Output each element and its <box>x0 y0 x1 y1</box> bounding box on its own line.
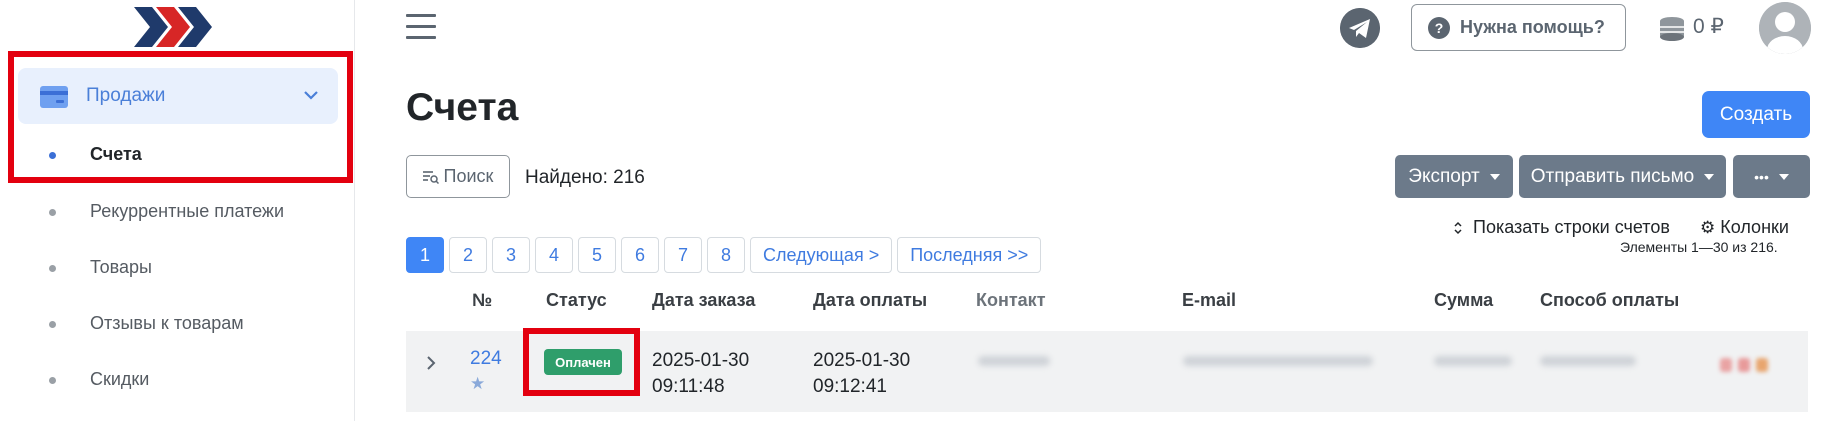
bullet-icon <box>49 265 56 272</box>
column-header-order-date[interactable]: Дата заказа <box>652 290 755 311</box>
sidebar-item-discounts[interactable]: Скидки <box>0 360 355 400</box>
show-invoice-rows-toggle[interactable]: Показать строки счетов <box>1453 217 1670 238</box>
more-actions-dropdown[interactable]: ••• <box>1733 155 1810 198</box>
bullet-icon <box>49 377 56 384</box>
column-header-sum[interactable]: Сумма <box>1434 290 1493 311</box>
columns-button[interactable]: ⚙ Колонки <box>1700 217 1789 238</box>
sidebar-item-invoices[interactable]: Счета <box>0 135 355 175</box>
telegram-icon[interactable] <box>1340 8 1380 48</box>
next-page-button[interactable]: Следующая > <box>750 237 893 273</box>
sidebar-item-products[interactable]: Товары <box>0 248 355 288</box>
payment-method-redacted <box>1540 356 1636 366</box>
balance-amount[interactable]: 0 ₽ <box>1693 14 1724 39</box>
bullet-icon <box>49 152 56 159</box>
page-4-button[interactable]: 4 <box>535 237 573 273</box>
elements-range: Элементы 1—30 из 216. <box>1620 239 1778 255</box>
menu-toggle-button[interactable] <box>406 14 436 40</box>
sidebar-item-label: Отзывы к товарам <box>90 313 244 333</box>
export-label: Экспорт <box>1408 165 1480 187</box>
send-email-dropdown[interactable]: Отправить письмо <box>1519 155 1726 198</box>
sidebar-item-label: Скидки <box>90 369 150 389</box>
page-8-button[interactable]: 8 <box>707 237 745 273</box>
sidebar-group-sales[interactable]: Продажи <box>18 68 338 124</box>
sidebar-item-label: Счета <box>90 144 142 164</box>
caret-down-icon <box>1704 173 1715 180</box>
column-header-payment-method[interactable]: Способ оплаты <box>1540 290 1679 311</box>
help-button[interactable]: ? Нужна помощь? <box>1411 4 1626 51</box>
payment-date: 2025-01-30 <box>813 350 911 371</box>
help-label: Нужна помощь? <box>1460 17 1605 37</box>
found-count: Найдено: 216 <box>525 167 645 188</box>
export-dropdown[interactable]: Экспорт <box>1395 155 1513 198</box>
sum-redacted <box>1434 356 1512 366</box>
credit-card-icon <box>40 86 68 108</box>
send-email-label: Отправить письмо <box>1530 165 1695 187</box>
columns-label: Колонки <box>1720 217 1789 237</box>
column-header-email[interactable]: E-mail <box>1182 290 1236 311</box>
search-button[interactable]: Поиск <box>406 155 510 198</box>
more-label: ••• <box>1754 168 1769 185</box>
payment-time: 09:12:41 <box>813 376 887 397</box>
page-title: Счета <box>406 86 519 129</box>
action-icon[interactable] <box>1756 358 1768 372</box>
gear-icon: ⚙ <box>1700 217 1716 237</box>
column-header-status[interactable]: Статус <box>546 290 607 311</box>
caret-down-icon <box>1489 173 1500 180</box>
bullet-icon <box>49 209 56 216</box>
search-filter-icon <box>422 170 439 184</box>
contact-redacted <box>978 356 1050 366</box>
column-header-payment-date[interactable]: Дата оплаты <box>813 290 927 311</box>
chevron-down-icon[interactable] <box>302 86 320 104</box>
page-3-button[interactable]: 3 <box>492 237 530 273</box>
sort-arrows-icon <box>1454 221 1462 234</box>
create-button[interactable]: Создать <box>1702 91 1810 138</box>
sidebar-item-recurring[interactable]: Рекуррентные платежи <box>0 192 355 232</box>
column-header-num[interactable]: № <box>472 290 492 311</box>
last-page-button[interactable]: Последняя >> <box>897 237 1042 273</box>
sidebar: Продажи Счета Рекуррентные платежи Товар… <box>0 0 355 421</box>
order-time: 09:11:48 <box>652 376 725 397</box>
chevron-right-icon[interactable] <box>424 354 438 372</box>
search-label: Поиск <box>443 166 494 186</box>
bullet-icon <box>49 321 56 328</box>
pagination: 1 2 3 4 5 6 7 8 Следующая > Последняя >> <box>406 237 1042 273</box>
show-rows-label: Показать строки счетов <box>1473 217 1670 237</box>
row-actions <box>1720 358 1768 372</box>
column-header-contact[interactable]: Контакт <box>976 290 1046 311</box>
order-date: 2025-01-30 <box>652 350 750 371</box>
page-6-button[interactable]: 6 <box>621 237 659 273</box>
action-icon[interactable] <box>1720 358 1732 372</box>
action-icon[interactable] <box>1738 358 1750 372</box>
sidebar-group-label: Продажи <box>86 85 166 106</box>
sidebar-item-reviews[interactable]: Отзывы к товарам <box>0 304 355 344</box>
sidebar-item-label: Рекуррентные платежи <box>90 201 285 221</box>
coins-icon <box>1660 17 1684 41</box>
status-badge: Оплачен <box>544 349 622 375</box>
sidebar-item-label: Товары <box>90 257 152 277</box>
invoice-number-link[interactable]: 224 <box>470 348 502 370</box>
page-5-button[interactable]: 5 <box>578 237 616 273</box>
email-redacted <box>1183 356 1373 366</box>
page-2-button[interactable]: 2 <box>449 237 487 273</box>
caret-down-icon <box>1778 173 1789 180</box>
question-icon: ? <box>1428 16 1450 39</box>
page-1-button[interactable]: 1 <box>406 237 444 273</box>
page-7-button[interactable]: 7 <box>664 237 702 273</box>
star-icon[interactable]: ★ <box>470 374 485 394</box>
avatar-icon[interactable] <box>1759 2 1811 54</box>
logo-icon <box>134 7 212 47</box>
